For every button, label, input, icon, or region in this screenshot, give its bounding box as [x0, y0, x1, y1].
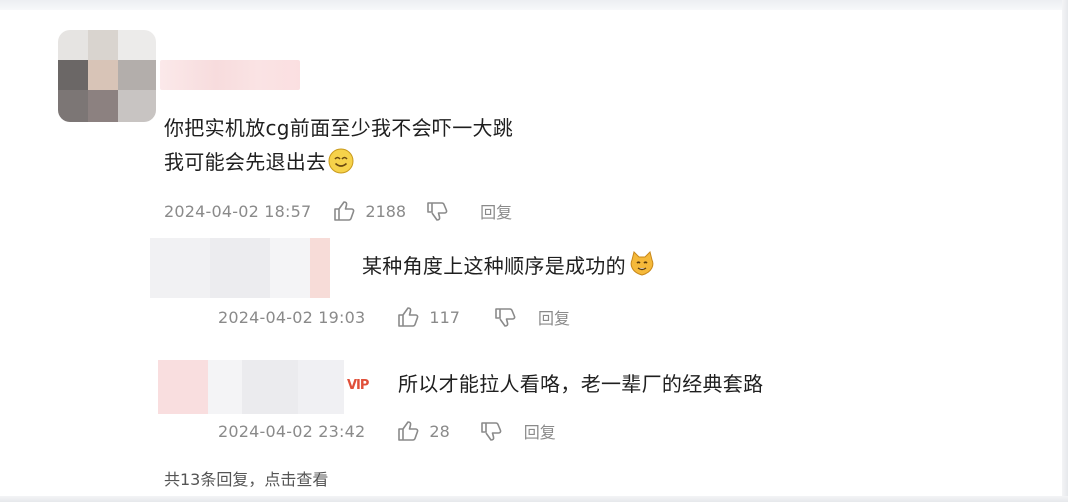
- like-button[interactable]: 28: [397, 420, 450, 442]
- thumbs-down-icon: [427, 202, 448, 221]
- comment-meta: 2024-04-02 18:57 2188 回复: [164, 200, 512, 222]
- like-button[interactable]: 2188: [333, 200, 406, 222]
- view-more-replies-link[interactable]: 共13条回复，点击查看: [164, 466, 328, 490]
- comment-text: 你把实机放cg前面至少我不会吓一大跳: [164, 116, 514, 140]
- comment-time: 2024-04-02 18:57: [164, 201, 312, 221]
- thumbs-up-icon: [334, 201, 355, 221]
- like-count: 28: [429, 421, 450, 441]
- like-button[interactable]: 117: [397, 306, 460, 328]
- username-blurred[interactable]: [160, 60, 300, 90]
- reply-button[interactable]: 回复: [524, 419, 556, 443]
- like-count: 2188: [365, 201, 407, 221]
- smile-emoji-icon: [328, 148, 354, 174]
- right-edge: [1062, 0, 1068, 502]
- comment-time: 2024-04-02 23:42: [218, 421, 366, 441]
- avatar[interactable]: [58, 30, 156, 122]
- thumbs-down-icon: [480, 422, 502, 441]
- cat-emoji-icon: [630, 251, 654, 276]
- top-divider: [0, 0, 1068, 10]
- comment-text: 所以才能拉人看咯，老一辈厂的经典套路: [398, 372, 764, 396]
- reply-button[interactable]: 回复: [538, 305, 570, 329]
- comment-text-line: 某种角度上这种顺序是成功的: [362, 254, 626, 278]
- reply-button[interactable]: 回复: [480, 199, 512, 223]
- avatar[interactable]: [158, 360, 344, 414]
- dislike-button[interactable]: [494, 306, 516, 328]
- avatar[interactable]: [150, 238, 330, 298]
- bottom-edge: [0, 496, 1068, 502]
- comment-meta: 2024-04-02 23:42 28 回复: [218, 420, 556, 442]
- vip-badge: VIP: [347, 378, 369, 393]
- comment-text-line: 我可能会先退出去: [164, 150, 327, 174]
- comment-meta: 2024-04-02 19:03 117 回复: [218, 306, 570, 328]
- comment-text: 某种角度上这种顺序是成功的: [362, 250, 656, 282]
- thumbs-up-icon: [398, 421, 419, 441]
- dislike-button[interactable]: [426, 200, 448, 222]
- comment-time: 2024-04-02 19:03: [218, 307, 366, 327]
- thumbs-down-icon: [495, 308, 516, 327]
- thumbs-up-icon: [398, 307, 419, 327]
- comment-text: 我可能会先退出去: [164, 146, 354, 178]
- dislike-button[interactable]: [480, 420, 502, 442]
- like-count: 117: [429, 307, 460, 327]
